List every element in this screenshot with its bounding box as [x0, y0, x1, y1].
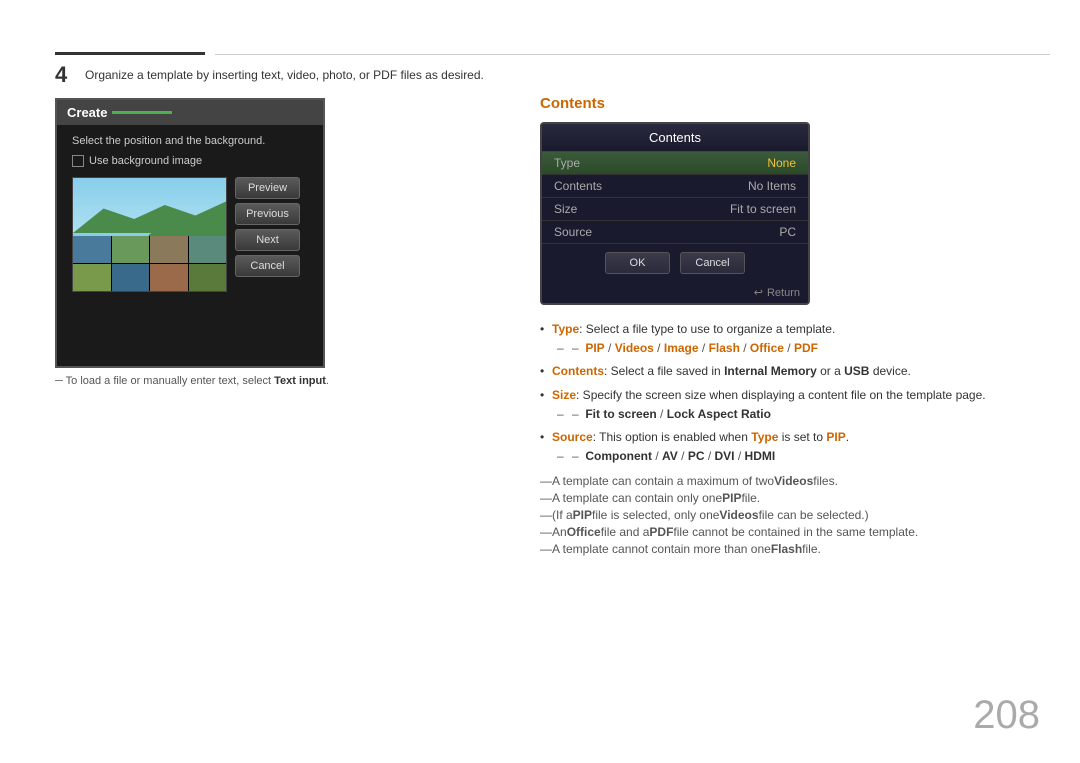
- source-sub: – Component / AV / PC / DVI / HDMI: [552, 447, 1030, 466]
- background-image-checkbox[interactable]: [72, 155, 84, 167]
- previous-button[interactable]: Previous: [235, 203, 300, 225]
- dash-note-3: (If a PIP file is selected, only one Vid…: [540, 508, 1030, 522]
- contents-dialog: Contents Type None Contents No Items Siz…: [540, 122, 810, 305]
- info-item-source: Source: This option is enabled when Type…: [540, 428, 1030, 466]
- next-button[interactable]: Next: [235, 229, 300, 251]
- image-cell-2: [112, 236, 150, 263]
- type-sub: – PIP / Videos / Image / Flash / Office …: [552, 339, 1030, 358]
- step-description: Organize a template by inserting text, v…: [85, 68, 484, 82]
- top-border-left: [55, 52, 205, 55]
- type-label: Type: [554, 156, 580, 170]
- step-number: 4: [55, 62, 67, 88]
- size-label: Size: [554, 202, 577, 216]
- info-list: Type: Select a file type to use to organ…: [540, 320, 1030, 466]
- page-number: 208: [973, 693, 1040, 738]
- dash-note-1: A template can contain a maximum of two …: [540, 474, 1030, 488]
- source-value: PC: [779, 225, 796, 239]
- dash-note-4: An Office file and a PDF file cannot be …: [540, 525, 1030, 539]
- type-bold: Type: Select a file type to use to organ…: [552, 322, 835, 336]
- create-header-bar: [112, 111, 172, 114]
- image-cell-4: [189, 236, 227, 263]
- create-title: Create: [67, 105, 107, 120]
- image-cell-8: [189, 264, 227, 291]
- image-cell-5: [73, 264, 111, 291]
- image-cell-6: [112, 264, 150, 291]
- dialog-row-contents: Contents No Items: [542, 175, 808, 198]
- contents-section: Contents Contents Type None Contents No …: [540, 95, 1030, 559]
- dialog-cancel-button[interactable]: Cancel: [680, 252, 745, 274]
- create-content-area: Preview Previous Next Cancel: [72, 177, 308, 292]
- text-input-link[interactable]: Text input: [274, 375, 326, 387]
- return-icon: ↩: [754, 286, 763, 299]
- create-note: ─ To load a file or manually enter text,…: [55, 375, 329, 387]
- dash-note-5: A template cannot contain more than one …: [540, 542, 1030, 556]
- dialog-footer: ↩ Return: [542, 282, 808, 303]
- create-header: Create: [57, 100, 323, 125]
- preview-top-button[interactable]: Preview: [235, 177, 300, 199]
- create-buttons-col: Preview Previous Next Cancel: [235, 177, 300, 292]
- cancel-button[interactable]: Cancel: [235, 255, 300, 277]
- dash-note-2: A template can contain only one PIP file…: [540, 491, 1030, 505]
- dialog-row-type: Type None: [542, 152, 808, 175]
- contents-label: Contents: [554, 179, 602, 193]
- contents-section-title: Contents: [540, 95, 1030, 112]
- top-border-right: [215, 54, 1050, 55]
- dialog-buttons: OK Cancel: [542, 244, 808, 282]
- checkbox-label: Use background image: [89, 155, 202, 167]
- dialog-row-size: Size Fit to screen: [542, 198, 808, 221]
- dash-notes: A template can contain a maximum of two …: [540, 474, 1030, 556]
- create-subtitle: Select the position and the background.: [72, 135, 308, 147]
- create-body: Select the position and the background. …: [57, 125, 323, 302]
- checkbox-row[interactable]: Use background image: [72, 155, 308, 167]
- image-grid: [73, 236, 226, 291]
- info-item-size: Size: Specify the screen size when displ…: [540, 386, 1030, 424]
- ok-button[interactable]: OK: [605, 252, 670, 274]
- return-label: Return: [767, 287, 800, 299]
- image-cell-7: [150, 264, 188, 291]
- info-item-contents: Contents: Select a file saved in Interna…: [540, 362, 1030, 381]
- info-item-type: Type: Select a file type to use to organ…: [540, 320, 1030, 358]
- size-sub: – Fit to screen / Lock Aspect Ratio: [552, 405, 1030, 424]
- size-value: Fit to screen: [730, 202, 796, 216]
- source-label: Source: [554, 225, 592, 239]
- dialog-title-bar: Contents: [542, 124, 808, 152]
- create-panel: Create Select the position and the backg…: [55, 98, 325, 368]
- contents-value: No Items: [748, 179, 796, 193]
- image-cell-1: [73, 236, 111, 263]
- type-value: None: [767, 156, 796, 170]
- dialog-row-source: Source PC: [542, 221, 808, 244]
- image-preview: [72, 177, 227, 292]
- image-cell-3: [150, 236, 188, 263]
